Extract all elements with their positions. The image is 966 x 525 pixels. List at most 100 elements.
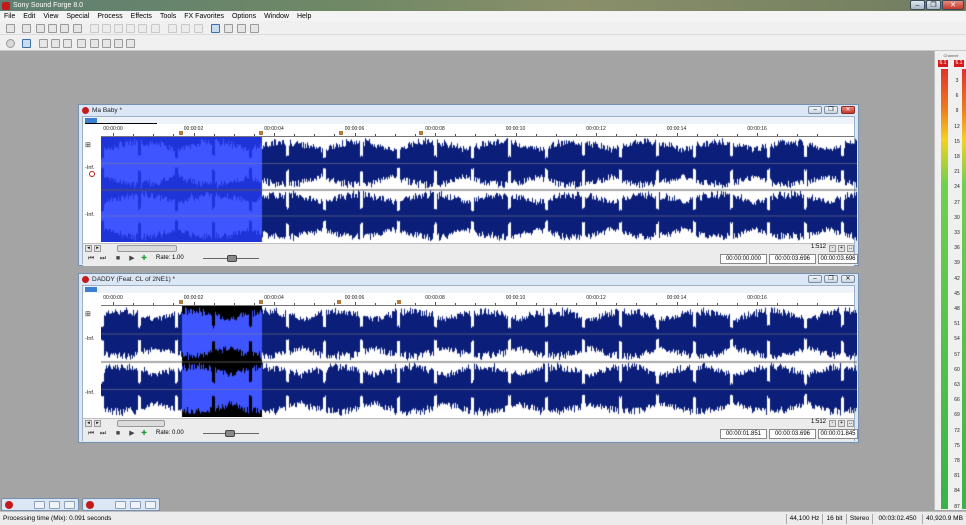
- minimize-button[interactable]: –: [910, 0, 925, 10]
- time-ruler[interactable]: 00:00:00 00:00:02 00:00:04 00:00:06 00:00:08…: [101, 295, 854, 306]
- play-all-icon[interactable]: ✚: [140, 430, 148, 438]
- window-close-button[interactable]: ✕: [841, 275, 855, 283]
- mute-icon[interactable]: [151, 24, 160, 33]
- menu-options[interactable]: Options: [228, 13, 260, 20]
- zoom-ratio[interactable]: 1:512: [811, 244, 826, 250]
- mix-icon[interactable]: [126, 24, 135, 33]
- copy-icon[interactable]: [102, 24, 111, 33]
- marker-flag-icon[interactable]: [259, 131, 263, 135]
- play-icon[interactable]: [51, 39, 60, 48]
- data-window-ma-baby[interactable]: Ma Baby * – ❐ ✕ 00:00:00 00:00:02 00:00:04…: [78, 104, 859, 266]
- rate-slider[interactable]: [203, 430, 259, 437]
- time-ruler[interactable]: 00:00:00 00:00:02 00:00:04 00:00:06 00:00:08…: [101, 126, 854, 137]
- scrollbar-thumb[interactable]: [117, 245, 177, 252]
- close-button[interactable]: ✕: [942, 0, 964, 10]
- channels[interactable]: Stereo: [846, 514, 872, 524]
- pencil-tool-icon[interactable]: [237, 24, 246, 33]
- stop-icon[interactable]: ■: [114, 430, 122, 438]
- marker-flag-icon[interactable]: [179, 131, 183, 135]
- data-window-daddy[interactable]: DADDY (Feat. CL of 2NE1) * – ❐ ✕ 00:00:0…: [78, 273, 859, 443]
- menu-fx-favorites[interactable]: FX Favorites: [180, 13, 228, 20]
- scroll-left-icon[interactable]: ◂: [85, 245, 92, 252]
- selection-length[interactable]: 00:00:03.696: [818, 254, 858, 264]
- magnify-tool-icon[interactable]: [224, 24, 233, 33]
- play-icon[interactable]: ▶: [128, 430, 136, 438]
- go-to-end-icon[interactable]: [126, 39, 135, 48]
- overview-bar[interactable]: [83, 117, 854, 124]
- selection-start[interactable]: 00:00:00.000: [720, 254, 767, 264]
- menu-file[interactable]: File: [0, 13, 19, 20]
- zoom-out-icon[interactable]: -: [829, 245, 836, 252]
- scrollbar-thumb[interactable]: [117, 420, 165, 427]
- go-to-end-icon[interactable]: ⏭: [99, 430, 107, 438]
- window-restore-button[interactable]: ❐: [824, 106, 838, 114]
- menu-effects[interactable]: Effects: [127, 13, 156, 20]
- window-minimize-button[interactable]: –: [808, 275, 822, 283]
- trim-icon[interactable]: [138, 24, 147, 33]
- play-all-icon[interactable]: ✚: [140, 255, 148, 263]
- scroll-left-icon[interactable]: ◂: [85, 420, 92, 427]
- waveform-display[interactable]: [101, 306, 857, 417]
- edit-tool-icon[interactable]: [211, 24, 220, 33]
- zoom-in-icon[interactable]: +: [838, 420, 845, 427]
- loop-playback-icon[interactable]: [22, 39, 31, 48]
- menu-tools[interactable]: Tools: [156, 13, 180, 20]
- menu-help[interactable]: Help: [293, 13, 315, 20]
- zoom-out-icon[interactable]: -: [829, 420, 836, 427]
- selection-start[interactable]: 00:00:01.851: [720, 429, 767, 439]
- waveform-canvas[interactable]: [101, 306, 857, 417]
- horizontal-scrollbar[interactable]: ◂ ▸ 1:512 - + ↔: [83, 243, 854, 252]
- maximize-icon[interactable]: [49, 501, 60, 509]
- sample-rate[interactable]: 44,100 Hz: [786, 514, 822, 524]
- restore-button[interactable]: ❐: [926, 0, 941, 10]
- zoom-full-icon[interactable]: ↔: [847, 245, 854, 252]
- menu-window[interactable]: Window: [260, 13, 293, 20]
- forward-icon[interactable]: [114, 39, 123, 48]
- maximize-icon[interactable]: [130, 501, 141, 509]
- undo-icon[interactable]: [168, 24, 177, 33]
- selection-length[interactable]: 00:00:01.845: [818, 429, 858, 439]
- minimized-window-1[interactable]: [1, 498, 79, 511]
- paste-icon[interactable]: [114, 24, 123, 33]
- go-to-start-icon[interactable]: ⏮: [87, 255, 95, 263]
- window-restore-button[interactable]: ❐: [824, 275, 838, 283]
- go-to-start-icon[interactable]: [90, 39, 99, 48]
- menu-view[interactable]: View: [39, 13, 62, 20]
- window-minimize-button[interactable]: –: [808, 106, 822, 114]
- rate-slider[interactable]: [203, 255, 259, 262]
- scroll-right-small-icon[interactable]: ▸: [94, 420, 101, 427]
- restore-icon[interactable]: [34, 501, 45, 509]
- go-to-start-icon[interactable]: ⏮: [87, 430, 95, 438]
- marker-flag-icon[interactable]: [179, 300, 183, 304]
- menu-process[interactable]: Process: [93, 13, 126, 20]
- marker-flag-icon[interactable]: [419, 131, 423, 135]
- menu-edit[interactable]: Edit: [19, 13, 39, 20]
- close-icon[interactable]: [145, 501, 156, 509]
- zoom-full-icon[interactable]: ↔: [847, 420, 854, 427]
- rate-slider-knob[interactable]: [225, 430, 235, 437]
- close-icon[interactable]: [64, 501, 75, 509]
- overview-bar[interactable]: [83, 286, 854, 293]
- play-icon[interactable]: ▶: [128, 255, 136, 263]
- rate-slider-knob[interactable]: [227, 255, 237, 262]
- new-file-icon[interactable]: [6, 24, 15, 33]
- selection-end[interactable]: 00:00:03.696: [769, 429, 816, 439]
- level-ruler-icon[interactable]: ⊞: [85, 141, 91, 149]
- redo-icon[interactable]: [181, 24, 190, 33]
- envelope-tool-icon[interactable]: [250, 24, 259, 33]
- bit-depth[interactable]: 16 bit: [822, 514, 846, 524]
- selection-end[interactable]: 00:00:03.696: [769, 254, 816, 264]
- cut-icon[interactable]: [90, 24, 99, 33]
- level-ruler-icon[interactable]: ⊞: [85, 310, 91, 318]
- window-close-button[interactable]: ✕: [841, 106, 855, 114]
- go-to-end-icon[interactable]: ⏭: [99, 255, 107, 263]
- minimized-window-2[interactable]: [82, 498, 160, 511]
- horizontal-scrollbar[interactable]: ◂ ▸ 1:512 - + ↔: [83, 418, 854, 427]
- data-window-title-bar[interactable]: DADDY (Feat. CL of 2NE1) * – ❐ ✕: [79, 274, 858, 284]
- marker-flag-icon[interactable]: [337, 300, 341, 304]
- save-icon[interactable]: [36, 24, 45, 33]
- zoom-in-icon[interactable]: +: [838, 245, 845, 252]
- rewind-icon[interactable]: [102, 39, 111, 48]
- render-icon[interactable]: [60, 24, 69, 33]
- menu-special[interactable]: Special: [62, 13, 93, 20]
